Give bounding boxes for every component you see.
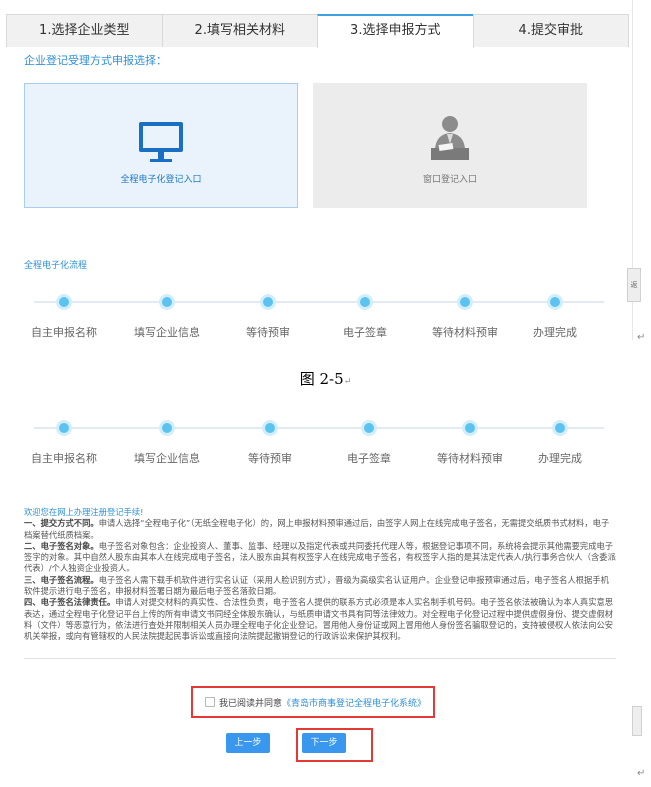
- figure-caption: 图 2-5↵: [0, 368, 651, 389]
- flow-step-dot: [56, 294, 72, 310]
- notice-item: 二、电子签名对象。电子签名对象包含：企业投资人、董事、监事、经理以及指定代表或共…: [24, 540, 616, 574]
- clerk-icon: [431, 116, 469, 160]
- agreement-link[interactable]: 《青岛市商事登记全程电子化系统》: [282, 699, 426, 709]
- flow-step-label: 电子签章: [343, 326, 387, 339]
- flow-step-dot: [357, 294, 373, 310]
- flow-title: 全程电子化流程: [24, 261, 88, 271]
- flow-step: 等待预审: [213, 286, 323, 340]
- prev-step-button[interactable]: 上一步: [226, 733, 270, 753]
- flow-step: 电子签章: [310, 286, 420, 340]
- divider: [24, 658, 616, 659]
- section-title: 企业登记受理方式申报选择：: [24, 54, 167, 67]
- flow-step-label: 等待预审: [248, 452, 292, 465]
- flow-step-dot: [159, 294, 175, 310]
- paragraph-mark: ↵: [637, 768, 646, 779]
- side-scroll-handle[interactable]: [632, 706, 642, 736]
- next-step-button[interactable]: 下一步: [302, 733, 346, 753]
- step-tabs: 1.选择企业类型 2.填写相关材料 3.选择申报方式 4.提交审批: [6, 14, 629, 48]
- notice-item: 四、电子签名法律责任。申请人对提交材料的真实性、合法性负责，电子签名人提供的联系…: [24, 597, 614, 642]
- flow-step: 填写企业信息: [112, 412, 222, 466]
- notice-item: 三、电子签名流程。电子签名人需下载手机软件进行实名认证（采用人脸识别方式），晋级…: [24, 574, 609, 597]
- flow-step: 填写企业信息: [112, 286, 222, 340]
- notice-text: 欢迎您在网上办理注册登记手续! 一、提交方式不同。申请人选择“全程电子化”（无纸…: [24, 507, 616, 643]
- agree-highlight: 我已阅读并同意《青岛市商事登记全程电子化系统》: [191, 686, 435, 718]
- flow-steps: 自主申报名称 填写企业信息 等待预审 电子签章 等待材料预审 办理完成: [24, 412, 614, 472]
- flow-step-dot: [547, 294, 563, 310]
- online-entry-label: 全程电子化登记入口: [120, 175, 202, 185]
- flow-step-dot: [462, 420, 478, 436]
- agree-checkbox[interactable]: [205, 697, 215, 707]
- flow-step-dot: [457, 294, 473, 310]
- flow-step: 等待预审: [215, 412, 325, 466]
- side-scroll-tab[interactable]: 返: [627, 268, 641, 302]
- flow-step-dot: [56, 420, 72, 436]
- agree-row[interactable]: 我已阅读并同意《青岛市商事登记全程电子化系统》: [205, 696, 426, 709]
- tab-fill-materials[interactable]: 2.填写相关材料: [161, 14, 318, 47]
- tab-select-declare-method[interactable]: 3.选择申报方式: [317, 14, 474, 48]
- flow-step-label: 办理完成: [538, 452, 582, 465]
- flow-step-label: 等待预审: [246, 326, 290, 339]
- monitor-icon: [139, 122, 183, 162]
- paragraph-mark: ↵: [637, 332, 646, 343]
- flow-step-label: 填写企业信息: [134, 452, 200, 465]
- flow-step-dot: [552, 420, 568, 436]
- flow-step: 办理完成: [500, 286, 610, 340]
- flow-step: 电子签章: [314, 412, 424, 466]
- flow-step-dot: [262, 420, 278, 436]
- flow-step-label: 填写企业信息: [134, 326, 200, 339]
- flow-step: 自主申报名称: [9, 286, 119, 340]
- flow-step-label: 办理完成: [533, 326, 577, 339]
- tab-select-company-type[interactable]: 1.选择企业类型: [6, 14, 163, 47]
- flow-steps: 自主申报名称 填写企业信息 等待预审 电子签章 等待材料预审 办理完成: [24, 286, 614, 346]
- flow-step-label: 自主申报名称: [31, 452, 97, 465]
- flow-step-dot: [361, 420, 377, 436]
- flow-step-dot: [260, 294, 276, 310]
- screenshot-agreement: 自主申报名称 填写企业信息 等待预审 电子签章 等待材料预审 办理完成 欢迎您在…: [0, 406, 632, 771]
- flow-step-label: 电子签章: [347, 452, 391, 465]
- flow-step: 办理完成: [505, 412, 615, 466]
- tab-submit-approval[interactable]: 4.提交审批: [472, 14, 629, 47]
- window-registration-entry[interactable]: 窗口登记入口: [313, 83, 587, 208]
- flow-step: 自主申报名称: [9, 412, 119, 466]
- flow-step-dot: [159, 420, 175, 436]
- online-registration-entry[interactable]: 全程电子化登记入口: [24, 83, 298, 208]
- screenshot-step3: 1.选择企业类型 2.填写相关材料 3.选择申报方式 4.提交审批 企业登记受理…: [0, 0, 633, 340]
- flow-step-label: 自主申报名称: [31, 326, 97, 339]
- figure-caption-text: 图 2-5: [299, 370, 344, 388]
- notice-title: 欢迎您在网上办理注册登记手续!: [24, 507, 144, 517]
- window-entry-label: 窗口登记入口: [422, 175, 477, 185]
- agree-text: 我已阅读并同意: [219, 699, 283, 709]
- notice-item: 一、提交方式不同。申请人选择“全程电子化”（无纸全程电子化）的，网上申报材料预审…: [24, 518, 610, 540]
- caption-mark: ↵: [343, 377, 352, 387]
